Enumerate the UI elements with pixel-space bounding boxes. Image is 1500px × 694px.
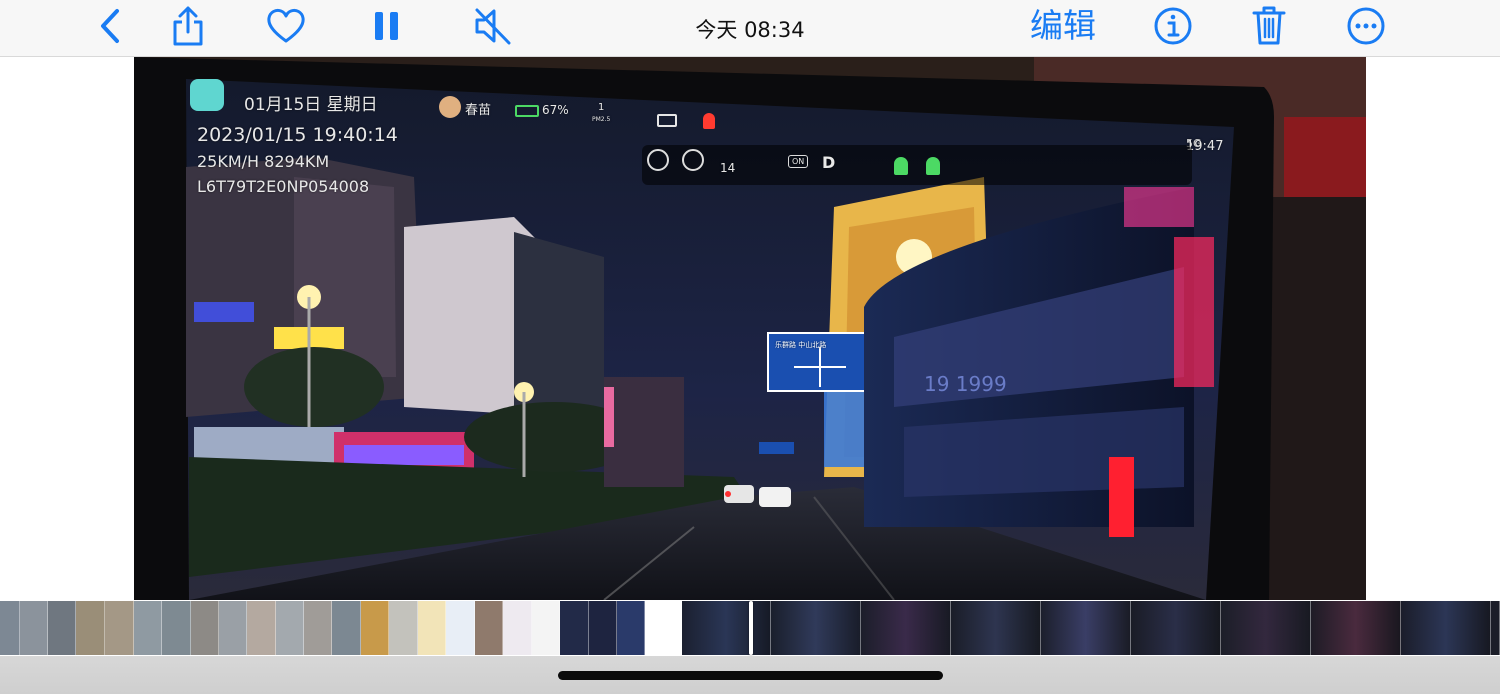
thumbnail[interactable] [304,601,332,655]
thumbnail[interactable] [105,601,134,655]
info-icon[interactable] [1149,4,1197,48]
thumbnail[interactable] [418,601,446,655]
thumbnail[interactable] [276,601,304,655]
share-icon[interactable] [164,4,212,48]
home-indicator[interactable] [558,671,943,680]
thumbnail[interactable] [134,601,162,655]
playhead-scrubber[interactable] [749,601,753,655]
hud-timestamp: 2023/01/15 19:40:14 [197,124,398,146]
heart-icon[interactable] [262,4,310,48]
video-frame-thumbnail[interactable] [1041,601,1131,655]
more-icon[interactable] [1342,4,1390,48]
video-frame-thumbnail[interactable] [1221,601,1311,655]
mute-icon[interactable] [469,4,517,48]
hud-vin: L6T79T2E0NP054008 [197,177,370,196]
thumbnail[interactable] [48,601,76,655]
video-frame-thumbnail[interactable] [1491,601,1500,655]
hud-date: 01月15日 星期日 [244,95,378,115]
top-toolbar: 今天 08:34 编辑 [0,0,1500,57]
thumbnail[interactable] [560,601,589,655]
photo-viewer: 今天 08:34 编辑 01月15日 星期日 春苗 67% 1 PM2.5 20… [0,0,1500,694]
camera-status-icon: ON [788,155,809,168]
page-title: 今天 08:34 [695,18,805,42]
road-sign: 乐群路 中山北路 [775,341,827,349]
gear-indicator: D [822,153,836,172]
thumbnail[interactable] [589,601,617,655]
seatbelt-icon [894,157,908,175]
thumbnail[interactable] [503,601,532,655]
seatbelt-2-icon [926,157,940,175]
video-frame-thumbnail[interactable] [1401,601,1491,655]
thumbnail[interactable] [332,601,361,655]
app-logo-icon [190,79,224,111]
hud-user: 春苗 [465,103,492,118]
hud-battery: 67% [542,103,569,117]
thumbnail[interactable] [247,601,276,655]
screen-icon [657,114,677,127]
thumbnail[interactable] [475,601,503,655]
clock-status-icon [647,149,669,171]
thumbnail[interactable] [76,601,105,655]
thumbnail[interactable] [162,601,191,655]
avatar [439,96,461,118]
hud-status-count: 14 [720,161,736,175]
video-frame-thumbnail[interactable] [1311,601,1401,655]
hud-pm: 1 [598,102,605,113]
edit-button[interactable]: 编辑 [1030,4,1096,48]
bus-text: 19 1999 [924,372,1007,396]
video-frame-thumbnail[interactable] [861,601,951,655]
thumbnail[interactable] [532,601,560,655]
trash-icon[interactable] [1245,4,1293,48]
alert-bell-icon [703,113,715,129]
thumbnail[interactable] [219,601,247,655]
hud-pm-unit: PM2.5 [592,116,611,123]
thumbnail[interactable] [617,601,645,655]
thumbnail[interactable] [20,601,48,655]
back-chevron-icon[interactable] [86,4,134,48]
thumbnail[interactable] [191,601,219,655]
video-frame-thumbnail[interactable] [682,601,771,655]
thumbnail[interactable] [389,601,418,655]
video-frame-thumbnail[interactable] [771,601,861,655]
thumbnail[interactable] [0,601,20,655]
pause-icon[interactable] [363,4,411,48]
video-frame-thumbnail[interactable] [951,601,1041,655]
thumbnail[interactable] [446,601,475,655]
battery-icon [515,105,539,117]
hud-speed: 25KM/H 8294KM [197,152,330,171]
video-frame[interactable]: 01月15日 星期日 春苗 67% 1 PM2.5 2023/01/15 19:… [134,57,1366,600]
thumbnail[interactable] [361,601,389,655]
parking-status-icon [682,149,704,171]
video-frame-thumbnail[interactable] [1131,601,1221,655]
